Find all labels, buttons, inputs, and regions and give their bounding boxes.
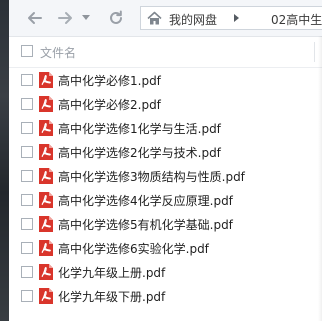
file-name[interactable]: 高中化学选修5有机化学基础.pdf (58, 216, 233, 233)
file-list: 高中化学必修1.pdf 高中化学必修2.pdf 高中化学选修1化学与生活.pdf 高中… (9, 68, 322, 308)
home-icon[interactable] (147, 11, 162, 26)
file-checkbox[interactable] (21, 122, 33, 134)
pdf-icon (39, 192, 53, 208)
column-divider[interactable] (314, 42, 315, 62)
forward-button[interactable] (55, 8, 75, 28)
back-button[interactable] (25, 8, 45, 28)
file-checkbox[interactable] (21, 170, 33, 182)
history-dropdown-button[interactable] (79, 8, 93, 28)
pdf-icon (39, 144, 53, 160)
column-header: 文件名 (9, 37, 322, 68)
file-checkbox[interactable] (21, 98, 33, 110)
pdf-icon (39, 96, 53, 112)
breadcrumb-current[interactable]: 02高中生 (271, 11, 322, 28)
file-row[interactable]: 高中化学选修3物质结构与性质.pdf (9, 164, 322, 188)
file-name[interactable]: 化学九年级上册.pdf (58, 264, 165, 281)
chevron-right-icon[interactable] (231, 13, 241, 23)
file-row[interactable]: 高中化学选修5有机化学基础.pdf (9, 212, 322, 236)
file-name[interactable]: 化学九年级下册.pdf (58, 288, 165, 305)
file-name[interactable]: 高中化学选修4化学反应原理.pdf (58, 192, 233, 209)
breadcrumb-root[interactable]: 我的网盘 (169, 11, 217, 28)
file-row[interactable]: 高中化学必修2.pdf (9, 92, 322, 116)
pdf-icon (39, 240, 53, 256)
arrow-right-icon (58, 12, 72, 24)
pdf-icon (39, 168, 53, 184)
refresh-button[interactable] (106, 8, 126, 28)
file-checkbox[interactable] (21, 218, 33, 230)
file-checkbox[interactable] (21, 242, 33, 254)
file-name[interactable]: 高中化学选修2化学与技术.pdf (58, 144, 221, 161)
address-bar[interactable]: 我的网盘 02高中生 (140, 6, 322, 30)
refresh-icon (110, 10, 122, 24)
file-checkbox[interactable] (21, 266, 33, 278)
file-name[interactable]: 高中化学必修2.pdf (58, 96, 161, 113)
pdf-icon (39, 288, 53, 304)
file-row[interactable]: 高中化学选修6实验化学.pdf (9, 236, 322, 260)
file-row[interactable]: 高中化学选修4化学反应原理.pdf (9, 188, 322, 212)
pdf-icon (39, 216, 53, 232)
toolbar: 我的网盘 02高中生 (9, 0, 322, 37)
pdf-icon (39, 264, 53, 280)
file-checkbox[interactable] (21, 194, 33, 206)
arrow-left-icon (28, 12, 42, 24)
file-checkbox[interactable] (21, 290, 33, 302)
file-name[interactable]: 高中化学选修3物质结构与性质.pdf (58, 168, 245, 185)
background-window-edge (0, 0, 9, 321)
chevron-down-icon (82, 15, 90, 20)
pdf-icon (39, 72, 53, 88)
file-checkbox[interactable] (21, 146, 33, 158)
file-checkbox[interactable] (21, 74, 33, 86)
pdf-icon (39, 120, 53, 136)
select-all-checkbox[interactable] (21, 45, 33, 57)
file-row[interactable]: 高中化学必修1.pdf (9, 68, 322, 92)
file-name[interactable]: 高中化学选修6实验化学.pdf (58, 240, 209, 257)
file-browser-window: 我的网盘 02高中生 文件名 高中化学必修1.pdf 高中化学必修2.pdf 高中化… (0, 0, 322, 321)
file-row[interactable]: 高中化学选修1化学与生活.pdf (9, 116, 322, 140)
file-row[interactable]: 高中化学选修2化学与技术.pdf (9, 140, 322, 164)
window-edge-shadow (318, 36, 322, 321)
file-row[interactable]: 化学九年级下册.pdf (9, 284, 322, 308)
filename-column-header[interactable]: 文件名 (40, 44, 76, 61)
file-name[interactable]: 高中化学选修1化学与生活.pdf (58, 120, 221, 137)
file-row[interactable]: 化学九年级上册.pdf (9, 260, 322, 284)
file-name[interactable]: 高中化学必修1.pdf (58, 72, 161, 89)
